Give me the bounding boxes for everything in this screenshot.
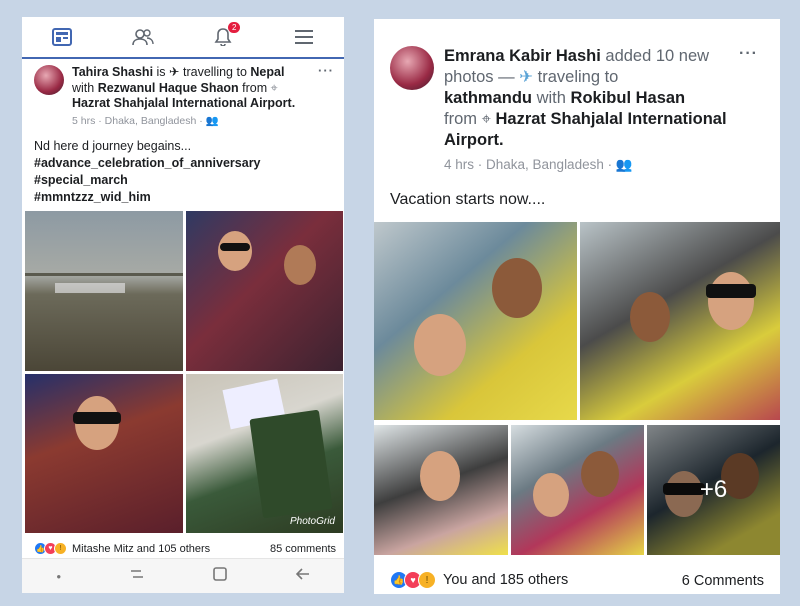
hashtag-link[interactable]: #advance_celebration_of_anniversary <box>34 155 332 172</box>
text-with: with <box>72 80 98 95</box>
menu-icon[interactable] <box>293 26 315 48</box>
top-nav-bar: 2 <box>22 17 344 59</box>
photo-couple-airport[interactable] <box>374 222 577 420</box>
activity-text: travelling to <box>179 65 251 79</box>
reactions-bar[interactable]: 👍 ♥ ! You and 185 others <box>390 571 568 589</box>
android-nav-bar: ● <box>22 558 344 593</box>
post-header: Tahira Shashi is ✈ travelling to Nepal w… <box>22 59 344 128</box>
post-meta: 5 hrs · Dhaka, Bangladesh · <box>72 114 206 127</box>
text-with: with <box>532 89 571 107</box>
reactions-bar[interactable]: 👍 ♥ ! Mitashe Mitz and 105 others <box>34 542 210 555</box>
photo-woman-sunglasses[interactable] <box>25 374 183 533</box>
hashtag-link[interactable]: #special_march <box>34 172 332 189</box>
photo-couple-car[interactable] <box>580 222 780 420</box>
photo-boarding-pass-passport[interactable]: PhotoGrid <box>186 374 343 533</box>
photo-more-overlay[interactable]: +6 <box>647 425 780 555</box>
plane-icon: ✈ <box>169 65 180 79</box>
friends-privacy-icon: 👥 <box>615 157 633 172</box>
comments-count[interactable]: 6 Comments <box>682 573 764 589</box>
author-name[interactable]: Tahira Shashi <box>72 65 153 79</box>
back-arrow-icon[interactable] <box>295 567 310 585</box>
location-pin-icon: ⌖ <box>481 110 491 128</box>
photo-airport-tarmac[interactable] <box>25 211 183 371</box>
comments-count[interactable]: 85 comments <box>270 543 336 555</box>
post-text: Nd here d journey begains... #advance_ce… <box>22 128 344 206</box>
place-link[interactable]: Hazrat Shahjalal International Airport. <box>72 96 295 110</box>
dot-icon[interactable]: ● <box>56 572 61 581</box>
destination-link[interactable]: Nepal <box>250 65 284 79</box>
photo-couple-terminal[interactable] <box>511 425 644 555</box>
photo-grid: PhotoGrid <box>25 211 343 533</box>
home-icon[interactable] <box>212 566 227 586</box>
activity-text: traveling to <box>533 68 619 86</box>
text-is: is <box>153 65 170 79</box>
post-caption: Vacation starts now.... <box>390 191 546 208</box>
reactions-summary[interactable]: Mitashe Mitz and 105 others <box>72 543 210 555</box>
photo-woman-car[interactable] <box>374 425 508 555</box>
reactions-summary[interactable]: You and 185 others <box>443 572 568 588</box>
notification-badge: 2 <box>228 22 241 33</box>
avatar[interactable] <box>390 46 434 90</box>
right-post-screenshot: Emrana Kabir Hashi added 10 new photos —… <box>374 19 780 594</box>
more-photos-count: +6 <box>647 425 780 555</box>
destination-link[interactable]: kathmandu <box>444 89 532 107</box>
more-options-button[interactable]: ··· <box>318 63 334 78</box>
wow-reaction-icon: ! <box>418 571 436 589</box>
avatar[interactable] <box>34 65 64 95</box>
post-line: Nd here d journey begains... <box>34 139 192 153</box>
plane-icon: ✈ <box>519 68 534 86</box>
text-from: from <box>444 110 482 128</box>
post-meta: 4 hrs · Dhaka, Bangladesh · <box>444 157 616 172</box>
notifications-bell-icon[interactable]: 2 <box>212 22 241 48</box>
tagged-friend-link[interactable]: Rokibul Hasan <box>571 89 686 107</box>
author-name[interactable]: Emrana Kabir Hashi <box>444 47 601 65</box>
hashtag-link[interactable]: #mmntzzz_wid_him <box>34 189 332 206</box>
tagged-friend-link[interactable]: Rezwanul Haque Shaon <box>98 81 239 95</box>
location-pin-icon: ⌖ <box>270 80 278 95</box>
recent-apps-icon[interactable] <box>130 567 144 585</box>
friends-icon[interactable] <box>131 26 154 48</box>
friends-privacy-icon: 👥 <box>205 114 219 127</box>
left-phone-screenshot: 2 Tahira Shashi is ✈ travelling to Nepal… <box>22 17 344 593</box>
photo-collage: +6 <box>374 222 780 555</box>
text-from: from <box>238 80 271 95</box>
more-options-button[interactable]: ··· <box>739 45 758 63</box>
photogrid-watermark: PhotoGrid <box>289 516 335 527</box>
wow-reaction-icon: ! <box>54 542 67 555</box>
news-feed-icon[interactable] <box>51 26 73 48</box>
photo-couple-selfie[interactable] <box>186 211 343 371</box>
post-header: Emrana Kabir Hashi added 10 new photos —… <box>374 19 780 175</box>
